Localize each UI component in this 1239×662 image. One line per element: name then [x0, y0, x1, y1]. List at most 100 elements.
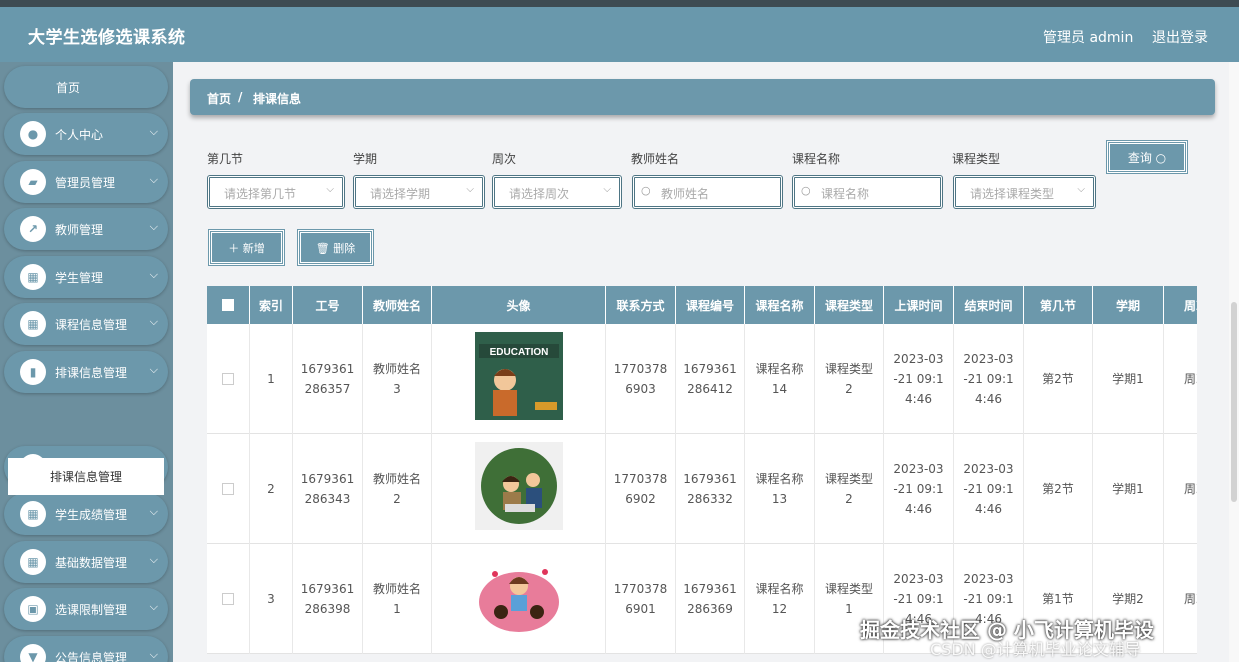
column-header[interactable]: 工号 [293, 286, 363, 324]
sidebar-item-label: 选课限制管理 [55, 603, 128, 617]
sidebar-item-1[interactable]: ● 个人中心 ⌵ [4, 113, 168, 155]
table-cell: 2023-03 -21 09:1 4:46 [884, 434, 954, 544]
cell-text: 1679361 286398 [300, 582, 355, 616]
cell-text: 2023-03 -21 09:1 4:46 [963, 352, 1014, 406]
table-row[interactable]: 1 1679361 286357 教师姓名 3 EDUCATION 1770378 69… [207, 324, 1197, 434]
table-cell: 1679361 286343 [293, 434, 363, 544]
chevron-down-icon: ⌵ [149, 315, 158, 328]
row-checkbox[interactable] [222, 593, 234, 605]
chevron-down-icon: ⌵ [149, 363, 158, 376]
select-all-cell [207, 286, 250, 324]
table-cell: 1770378 6902 [606, 434, 676, 544]
delete-button[interactable]: 🗑 删除 [297, 229, 374, 266]
chevron-down-icon: ⌵ [149, 125, 158, 138]
row-checkbox[interactable] [222, 373, 234, 385]
grid-icon: ▦ [20, 264, 46, 290]
add-button[interactable]: ＋ 新增 [208, 229, 285, 266]
sidebar-item-10[interactable]: ▣ 选课限制管理 ⌵ [4, 588, 168, 630]
schedule-table: 索引 工号 教师姓名 头像 联系方式 课程编号 课程名称 课程类型 上课时间 结束时间 第几节 学期周… [207, 286, 1197, 662]
column-header[interactable]: 课程名称 [745, 286, 815, 324]
row-select-cell [207, 434, 250, 544]
logout-link[interactable]: 退出登录 [1152, 27, 1208, 47]
field-placeholder: 请选择学期 [370, 187, 431, 201]
sidebar-item-4[interactable]: ▦ 学生管理 ⌵ [4, 256, 168, 298]
sidebar-item-2[interactable]: ▰ 管理员管理 ⌵ [4, 161, 168, 203]
table-cell: 1770378 6901 [606, 544, 676, 654]
select-dropdown[interactable]: 请选择学期 ⌵ [353, 175, 485, 209]
column-header[interactable]: 周次 [1164, 286, 1197, 324]
table-row[interactable]: 2 1679361 286343 教师姓名 2 1770378 6902 1679361… [207, 434, 1197, 544]
column-header[interactable]: 课程类型 [815, 286, 884, 324]
chart-icon: ↗ [20, 216, 46, 242]
chevron-down-icon: ⌵ [149, 553, 158, 566]
svg-text:EDUCATION: EDUCATION [489, 347, 548, 358]
search-input[interactable]: ○ 课程名称 [792, 175, 943, 209]
table-cell: 课程名称 12 [745, 544, 815, 654]
chevron-down-icon: ⌵ [149, 220, 158, 233]
sidebar-item-6[interactable]: ▮ 排课信息管理 ⌵ [4, 351, 168, 393]
avatar [474, 442, 563, 536]
column-header[interactable]: 联系方式 [606, 286, 676, 324]
avatar-cell [432, 544, 606, 654]
cell-text: 2023-03 -21 09:1 4:46 [893, 352, 944, 406]
cell-text: 1770378 6901 [613, 582, 668, 616]
app-header: 大学生选修选课系统 管理员 admin 退出登录 [0, 7, 1239, 62]
sidebar-item-5[interactable]: ▦ 课程信息管理 ⌵ [4, 303, 168, 345]
page-scrollbar[interactable] [1229, 62, 1239, 662]
table-cell: 课程类型 2 [815, 324, 884, 434]
row-checkbox[interactable] [222, 483, 234, 495]
table-cell: 1 [250, 324, 293, 434]
column-header[interactable]: 第几节 [1024, 286, 1093, 324]
column-header[interactable]: 上课时间 [884, 286, 954, 324]
submenu-item-schedule[interactable]: 排课信息管理 [8, 458, 164, 495]
column-header[interactable]: 课程编号 [676, 286, 745, 324]
column-header[interactable]: 学期 [1093, 286, 1164, 324]
chevron-down-icon: ⌵ [603, 184, 611, 195]
select-dropdown[interactable]: 请选择周次 ⌵ [492, 175, 622, 209]
chevron-down-icon: ⌵ [149, 268, 158, 281]
search-input[interactable]: ○ 教师姓名 [632, 175, 783, 209]
chevron-down-icon: ⌵ [326, 184, 334, 195]
cell-text: 学期1 [1112, 482, 1144, 496]
column-header[interactable]: 结束时间 [954, 286, 1024, 324]
table-cell: 1679361 286332 [676, 434, 745, 544]
filter-label: 周次 [492, 152, 517, 166]
filter-label: 教师姓名 [631, 152, 680, 166]
trophy-icon: ▼ [20, 644, 46, 662]
query-button[interactable]: 查询 ○ [1106, 140, 1188, 174]
table-cell: 课程名称 14 [745, 324, 815, 434]
breadcrumb-home[interactable]: 首页 [207, 90, 231, 107]
row-select-cell [207, 324, 250, 434]
select-all-checkbox[interactable] [222, 299, 234, 311]
sidebar-item-label: 个人中心 [55, 128, 104, 142]
breadcrumb-separator: / [238, 90, 243, 104]
admin-user[interactable]: 管理员 admin [1043, 27, 1133, 47]
chevron-down-icon: ⌵ [149, 173, 158, 186]
sidebar-item-3[interactable]: ↗ 教师管理 ⌵ [4, 208, 168, 250]
column-header[interactable]: 教师姓名 [363, 286, 432, 324]
table-cell: 第2节 [1024, 324, 1093, 434]
column-header[interactable]: 头像 [432, 286, 606, 324]
column-header[interactable]: 索引 [250, 286, 293, 324]
field-placeholder: 请选择第几节 [224, 187, 297, 201]
cell-text: 学期1 [1112, 372, 1144, 386]
sidebar-item-home[interactable]: 首页 [4, 66, 168, 108]
cell-text: 1679361 286357 [300, 362, 355, 396]
cell-text: 课程名称 13 [755, 472, 804, 506]
cell-text: 1770378 6902 [613, 472, 668, 506]
avatar-cell: EDUCATION [432, 324, 606, 434]
chevron-down-icon: ⌵ [149, 600, 158, 613]
scrollbar-thumb[interactable] [1231, 302, 1237, 502]
table-cell: 2 [250, 434, 293, 544]
cell-text: 课程类型 2 [824, 362, 873, 396]
sidebar-item-11[interactable]: ▼ 公告信息管理 ⌵ [4, 636, 168, 662]
table-cell: 1679361 286398 [293, 544, 363, 654]
filter-label: 学期 [353, 152, 378, 166]
select-dropdown[interactable]: 请选择第几节 ⌵ [207, 175, 345, 209]
select-dropdown[interactable]: 请选择课程类型 ⌵ [953, 175, 1096, 209]
chevron-down-icon: ⌵ [466, 184, 474, 195]
sidebar-item-9[interactable]: ▦ 基础数据管理 ⌵ [4, 541, 168, 583]
table-cell: 2023-03 -21 09:1 4:46 [954, 434, 1024, 544]
sidebar-item-8[interactable]: ▦ 学生成绩管理 ⌵ [4, 493, 168, 535]
cell-text: 教师姓名 2 [372, 472, 421, 506]
